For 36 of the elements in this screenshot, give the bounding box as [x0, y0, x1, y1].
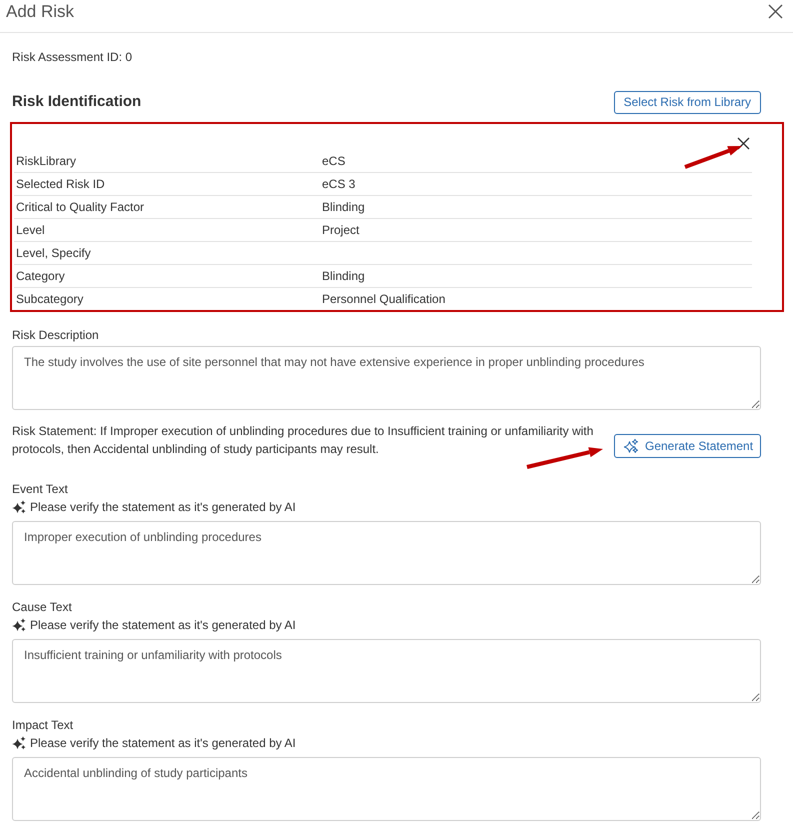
- text-area[interactable]: Insufficient training or unfamiliarity with protocols: [12, 639, 761, 703]
- field-label: Level, Specify: [15, 245, 91, 262]
- field-value: Project: [321, 222, 360, 239]
- assessment-id: Risk Assessment ID: 0: [12, 49, 134, 66]
- field-label: RiskLibrary: [15, 153, 76, 170]
- section-heading: Risk Identification: [12, 92, 142, 112]
- field-label: Level: [15, 222, 45, 239]
- field-value: eCS: [321, 153, 346, 170]
- ai-notice: Please verify the statement as it's generated by AI: [30, 735, 296, 752]
- generate-statement-button[interactable]: Generate Statement: [614, 434, 761, 458]
- field-label: Event Text: [12, 481, 69, 498]
- field-label: Critical to Quality Factor: [15, 199, 144, 216]
- field-label: Impact Text: [12, 717, 74, 734]
- ai-notice: Please verify the statement as it's generated by AI: [30, 499, 296, 516]
- field-value: Blinding: [321, 199, 365, 216]
- field-label: Risk Description: [12, 327, 100, 344]
- text-area[interactable]: Accidental unblinding of study participants: [12, 757, 761, 821]
- ai-notice: Please verify the statement as it's generated by AI: [30, 617, 296, 634]
- field-label: Category: [15, 268, 65, 285]
- risk-statement: Risk Statement: If Improper execution of unblinding procedures due to Insufficient training or unfamiliarity with protocols, then Accidental unblinding of study participants may result.: [12, 423, 594, 458]
- field-value: eCS 3: [321, 176, 356, 193]
- sparkle-icon: [12, 500, 26, 514]
- field-label: Subcategory: [15, 291, 84, 308]
- sparkle-icon: [12, 618, 26, 632]
- text-area[interactable]: The study involves the use of site personnel that may not have extensive experience in proper unblinding procedures: [12, 346, 761, 410]
- dialog-title: Add Risk: [6, 0, 74, 22]
- field-label: Cause Text: [12, 599, 73, 616]
- text-area[interactable]: Improper execution of unblinding procedures: [12, 521, 761, 585]
- close-icon[interactable]: [737, 137, 750, 150]
- sparkle-icon: [12, 736, 26, 750]
- field-value: Blinding: [321, 268, 365, 285]
- close-icon[interactable]: [768, 4, 783, 19]
- sparkle-icon: [624, 439, 638, 453]
- select-risk-button[interactable]: Select Risk from Library: [614, 91, 761, 114]
- field-value: Personnel Qualification: [321, 291, 446, 308]
- field-label: Selected Risk ID: [15, 176, 105, 193]
